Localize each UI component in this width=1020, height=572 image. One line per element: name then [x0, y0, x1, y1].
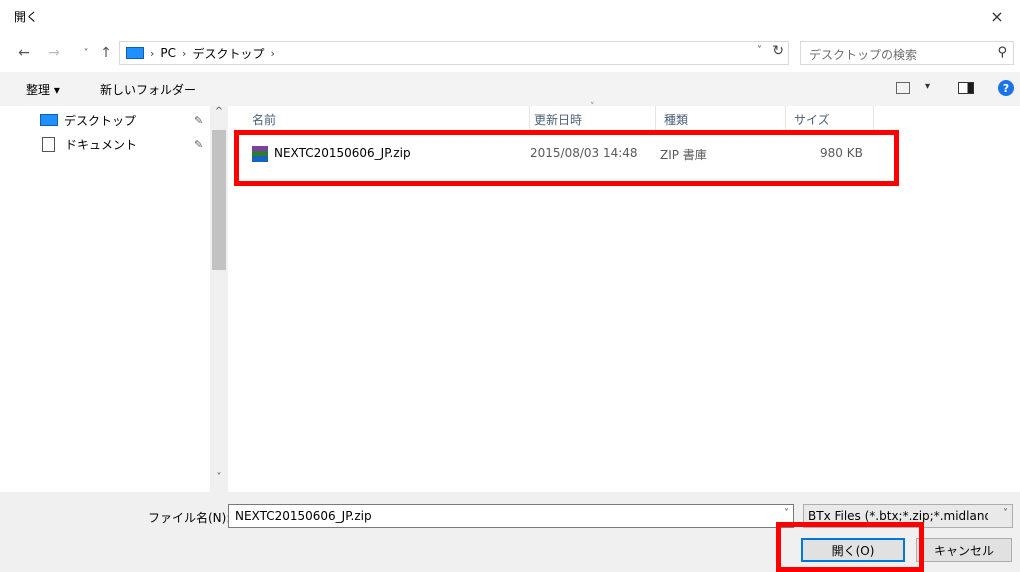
- cancel-button[interactable]: キャンセル: [916, 538, 1012, 562]
- navigation-pane: デスクトップ ✎ ドキュメント ✎ ^ ˅: [0, 106, 228, 492]
- filter-dropdown-icon[interactable]: ˅: [1003, 508, 1008, 519]
- column-label: サイズ: [794, 112, 830, 127]
- close-button[interactable]: ×: [974, 0, 1020, 32]
- search-input[interactable]: デスクトップの検索 ⚲: [800, 41, 1014, 65]
- desktop-icon: [40, 114, 58, 126]
- breadcrumb-separator-icon: ›: [182, 46, 187, 60]
- nav-item-label: ドキュメント: [65, 137, 138, 152]
- filename-label: ファイル名(N):: [148, 511, 231, 525]
- up-arrow-icon: ↑: [100, 45, 112, 61]
- scroll-up-icon[interactable]: ^: [210, 106, 228, 126]
- back-arrow-icon: ←: [18, 45, 30, 61]
- breadcrumb-separator-icon: ›: [150, 46, 155, 60]
- breadcrumb-pc[interactable]: PC: [160, 46, 176, 60]
- breadcrumb-separator-icon[interactable]: ›: [270, 47, 274, 60]
- forward-arrow-icon: →: [48, 45, 60, 61]
- preview-pane-icon[interactable]: [958, 82, 974, 94]
- scroll-down-icon[interactable]: ˅: [210, 472, 228, 492]
- nav-item-label: デスクトップ: [64, 113, 137, 128]
- address-bar[interactable]: › PC › デスクトップ › ˅ ↻: [119, 41, 789, 65]
- pin-icon[interactable]: ✎: [194, 114, 203, 127]
- new-folder-button[interactable]: 新しいフォルダー: [100, 81, 196, 98]
- nav-pane-scrollbar[interactable]: ^ ˅: [210, 106, 228, 492]
- filter-value: BTx Files (*.btx;*.zip;*.midlandfi: [808, 509, 988, 523]
- window-title: 開く: [14, 10, 39, 24]
- column-header-size[interactable]: サイズ: [786, 106, 874, 132]
- open-button-highlight-box: [776, 522, 924, 572]
- up-button[interactable]: ↑: [96, 42, 116, 64]
- address-dropdown-icon[interactable]: ˅: [757, 45, 762, 56]
- close-icon: ×: [990, 6, 1004, 26]
- column-label: 更新日時: [534, 112, 583, 127]
- back-button[interactable]: ←: [14, 42, 34, 64]
- pin-icon[interactable]: ✎: [194, 138, 203, 151]
- document-icon: [42, 136, 55, 152]
- title-bar: 開く ×: [0, 0, 1020, 32]
- column-label: 種類: [664, 112, 689, 127]
- filename-dropdown-icon[interactable]: ˅: [784, 508, 789, 519]
- help-icon[interactable]: ?: [998, 80, 1014, 96]
- search-icon[interactable]: ⚲: [997, 45, 1007, 60]
- filename-field[interactable]: NEXTC20150606_JP.zip ˅: [228, 504, 794, 528]
- scrollbar-thumb[interactable]: [212, 130, 226, 270]
- nav-item-documents[interactable]: ドキュメント: [40, 134, 137, 154]
- chevron-down-icon: ˅: [83, 47, 89, 59]
- command-toolbar: 整理 ▾ 新しいフォルダー ▾ ?: [0, 72, 1020, 106]
- search-placeholder: デスクトップの検索: [809, 48, 918, 62]
- column-header-type[interactable]: 種類: [656, 106, 786, 132]
- view-dropdown-icon[interactable]: ▾: [925, 81, 930, 92]
- cancel-button-label: キャンセル: [933, 543, 994, 558]
- filename-value: NEXTC20150606_JP.zip: [235, 509, 372, 523]
- recent-locations-button[interactable]: ˅: [76, 42, 96, 64]
- column-header-modified[interactable]: 更新日時: [526, 106, 656, 132]
- view-options-icon[interactable]: [896, 82, 910, 94]
- forward-button[interactable]: →: [44, 42, 64, 64]
- breadcrumb-desktop[interactable]: デスクトップ: [192, 45, 264, 62]
- navigation-bar: ← → ˅ ↑ › PC › デスクトップ › ˅ ↻ デスクトップの検索 ⚲: [0, 36, 1020, 70]
- column-header-name[interactable]: 名前: [244, 106, 530, 132]
- refresh-icon[interactable]: ↻: [772, 43, 784, 59]
- column-label: 名前: [252, 112, 277, 127]
- nav-item-desktop[interactable]: デスクトップ: [40, 110, 136, 130]
- file-highlight-box: [234, 130, 899, 186]
- pc-icon: [126, 47, 144, 59]
- organize-button[interactable]: 整理 ▾: [26, 81, 60, 98]
